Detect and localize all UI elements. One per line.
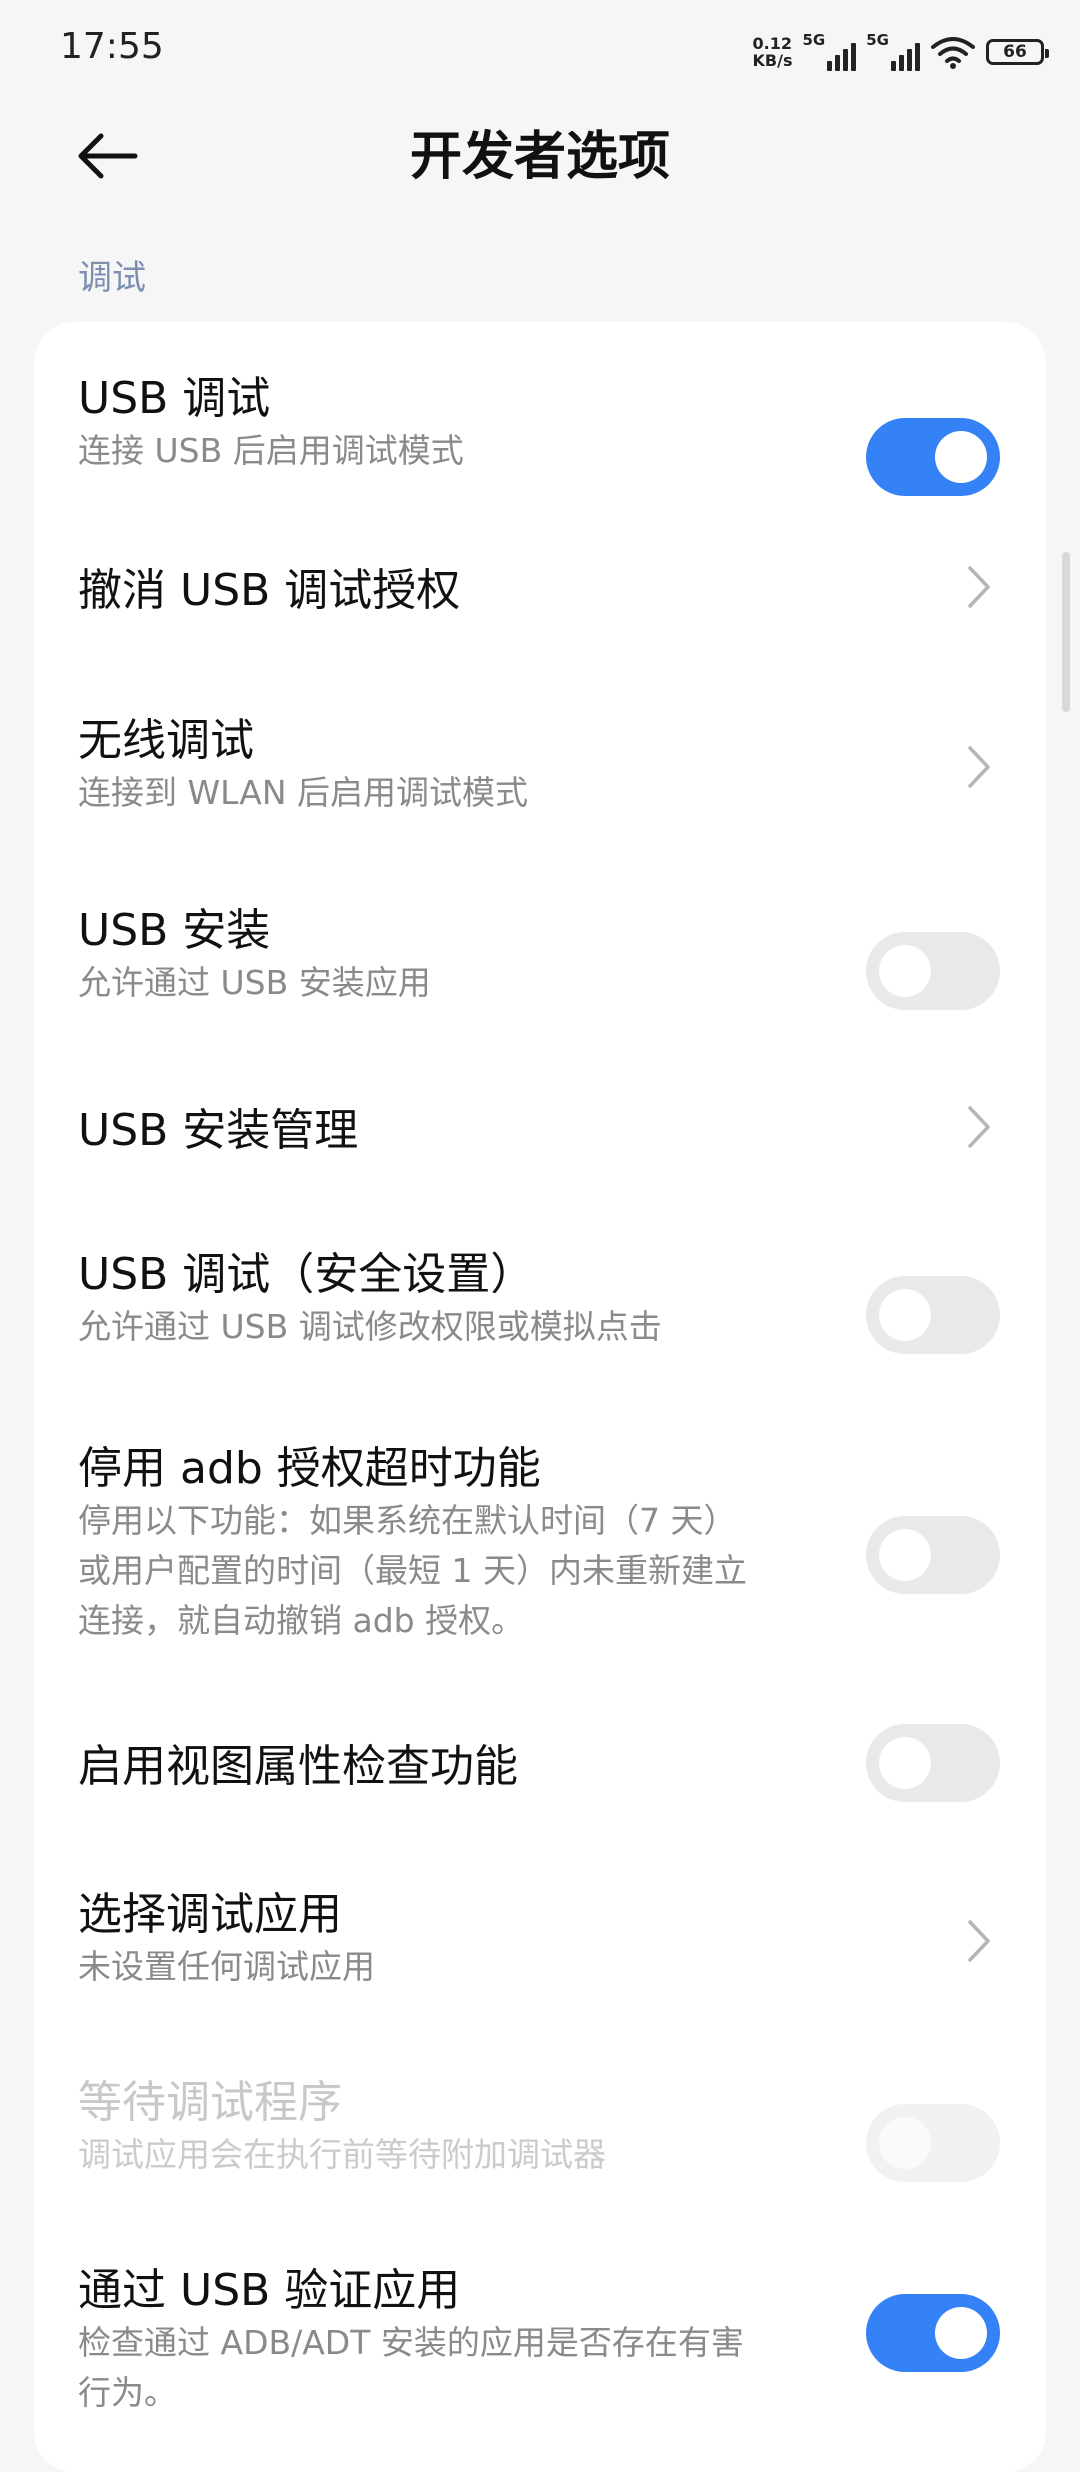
setting-subtitle: 允许通过 USB 安装应用	[78, 963, 431, 1002]
setting-title: 通过 USB 验证应用	[78, 2265, 461, 2316]
battery-icon: 66	[986, 39, 1049, 65]
network-speed-value: 0.12	[752, 34, 793, 53]
setting-title: 撤消 USB 调试授权	[78, 565, 461, 616]
setting-subtitle-line: 或用户配置的时间（最短 1 天）内未重新建立	[78, 1551, 747, 1590]
chevron-right-icon	[968, 1920, 990, 1962]
wifi-icon	[931, 37, 975, 69]
section-header-debug: 调试	[78, 258, 146, 298]
sim2-network-type: 5G	[866, 31, 889, 49]
settings-card: USB 调试 连接 USB 后启用调试模式 撤消 USB 调试授权 无线调试 连…	[34, 322, 1046, 2472]
setting-verify-apps-over-usb[interactable]: 通过 USB 验证应用 检查通过 ADB/ADT 安装的应用是否存在有害 行为。	[34, 2254, 1046, 2454]
setting-title: 等待调试程序	[78, 2077, 342, 2128]
cell-signal-icon	[891, 41, 920, 71]
setting-usb-debugging[interactable]: USB 调试 连接 USB 后启用调试模式	[34, 362, 1046, 512]
sim1-signal: 5G	[803, 33, 857, 71]
setting-title: USB 调试	[78, 373, 271, 424]
status-icons: 0.12 KB/s 5G 5G 66	[753, 28, 1049, 76]
setting-title: USB 调试（安全设置）	[78, 1249, 535, 1300]
setting-view-attribute-inspection[interactable]: 启用视图属性检查功能	[34, 1724, 1046, 1840]
battery-level: 66	[1003, 42, 1027, 62]
sim2-signal: 5G	[866, 33, 920, 71]
setting-subtitle-line: 连接，就自动撤销 adb 授权。	[78, 1601, 525, 1640]
view-attribute-inspection-toggle[interactable]	[866, 1724, 1000, 1802]
setting-title: 无线调试	[78, 715, 254, 766]
setting-subtitle: 连接 USB 后启用调试模式	[78, 431, 464, 470]
setting-subtitle: 允许通过 USB 调试修改权限或模拟点击	[78, 1307, 662, 1346]
setting-usb-install-management[interactable]: USB 安装管理	[34, 1094, 1046, 1204]
network-speed: 0.12 KB/s	[753, 35, 793, 69]
setting-select-debug-app[interactable]: 选择调试应用 未设置任何调试应用	[34, 1878, 1046, 2028]
page-title: 开发者选项	[409, 127, 670, 187]
setting-subtitle: 连接到 WLAN 后启用调试模式	[78, 773, 529, 812]
disable-adb-auth-timeout-toggle[interactable]	[866, 1516, 1000, 1594]
usb-install-toggle[interactable]	[866, 932, 1000, 1010]
wait-for-debugger-toggle	[866, 2104, 1000, 2182]
setting-title: 选择调试应用	[78, 1889, 342, 1940]
setting-title: USB 安装	[78, 905, 271, 956]
setting-title: 启用视图属性检查功能	[78, 1741, 518, 1792]
setting-subtitle: 调试应用会在执行前等待附加调试器	[78, 2135, 606, 2174]
setting-title: USB 安装管理	[78, 1105, 359, 1156]
sim1-network-type: 5G	[802, 31, 826, 49]
verify-apps-over-usb-toggle[interactable]	[866, 2294, 1000, 2372]
setting-subtitle-line: 停用以下功能：如果系统在默认时间（7 天）	[78, 1501, 737, 1540]
setting-revoke-usb-auth[interactable]: 撤消 USB 调试授权	[34, 554, 1046, 664]
setting-subtitle-line: 检查通过 ADB/ADT 安装的应用是否存在有害	[78, 2323, 744, 2362]
chevron-right-icon	[968, 746, 990, 788]
scrollbar[interactable]	[1062, 552, 1070, 712]
setting-title: 停用 adb 授权超时功能	[78, 1443, 541, 1494]
usb-debugging-toggle[interactable]	[866, 418, 1000, 496]
cell-signal-icon	[827, 41, 857, 71]
setting-usb-debugging-security[interactable]: USB 调试（安全设置） 允许通过 USB 调试修改权限或模拟点击	[34, 1238, 1046, 1388]
setting-usb-install[interactable]: USB 安装 允许通过 USB 安装应用	[34, 894, 1046, 1044]
setting-subtitle: 未设置任何调试应用	[78, 1947, 375, 1986]
status-time: 17:55	[60, 26, 164, 67]
setting-wait-for-debugger: 等待调试程序 调试应用会在执行前等待附加调试器	[34, 2066, 1046, 2216]
setting-wireless-debugging[interactable]: 无线调试 连接到 WLAN 后启用调试模式	[34, 704, 1046, 854]
setting-subtitle-line: 行为。	[78, 2373, 177, 2412]
network-speed-unit: KB/s	[752, 51, 793, 70]
chevron-right-icon	[968, 566, 990, 608]
usb-debugging-security-toggle[interactable]	[866, 1276, 1000, 1354]
chevron-right-icon	[968, 1106, 990, 1148]
setting-disable-adb-auth-timeout[interactable]: 停用 adb 授权超时功能 停用以下功能：如果系统在默认时间（7 天） 或用户配…	[34, 1432, 1046, 1692]
status-bar: 17:55 0.12 KB/s 5G 5G 66	[0, 0, 1080, 100]
